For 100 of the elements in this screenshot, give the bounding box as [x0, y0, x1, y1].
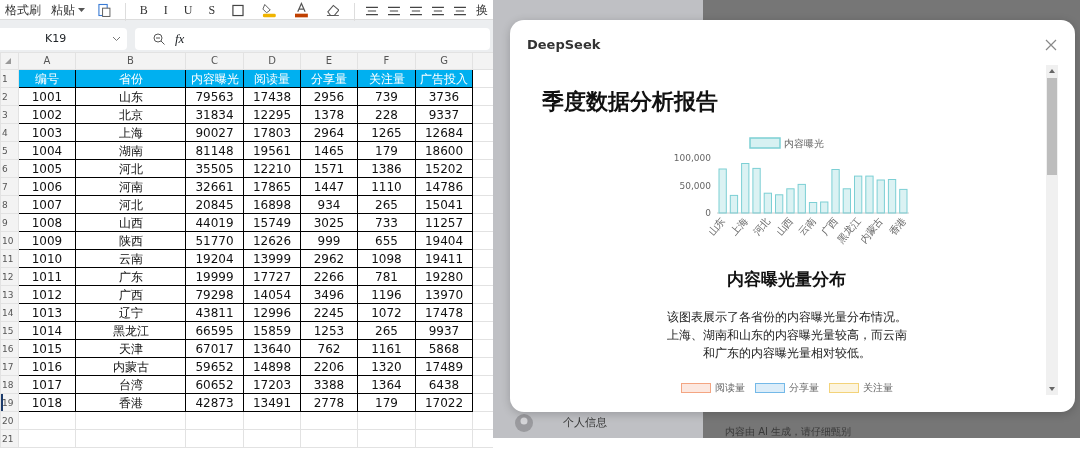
table-cell: 12210 [243, 159, 301, 178]
profile-label[interactable]: 个人信息 [563, 414, 607, 432]
align-icon[interactable] [454, 5, 466, 17]
scrollbar-track[interactable] [1046, 65, 1058, 395]
chart-legend-item[interactable]: 关注量 [828, 380, 893, 395]
table-cell: 733 [357, 213, 416, 232]
axis-category-label: 河北 [750, 215, 772, 238]
table-cell: 1011 [18, 267, 76, 286]
table-cell: 60652 [185, 375, 244, 394]
table-cell: 265 [357, 195, 416, 214]
table-cell: 1465 [300, 141, 358, 160]
select-all-icon[interactable] [5, 58, 11, 64]
border-icon[interactable] [232, 4, 245, 17]
zoom-icon[interactable] [153, 33, 165, 45]
table-cell: 3388 [300, 375, 358, 394]
table-cell: 9337 [415, 105, 473, 124]
formula-bar[interactable]: fx [135, 28, 490, 50]
table-cell: 17489 [415, 357, 473, 376]
align-icon[interactable] [410, 5, 423, 17]
table-cell: 云南 [75, 249, 186, 268]
scroll-down-icon[interactable] [1049, 387, 1055, 391]
column-header[interactable]: E [300, 52, 358, 70]
table-cell: 6438 [415, 375, 473, 394]
table-cell: 13970 [415, 285, 473, 304]
axis-category-label: 云南 [795, 215, 818, 238]
format-button[interactable]: U [175, 0, 201, 20]
column-header[interactable]: G [415, 52, 473, 70]
table-cell: 12684 [415, 123, 473, 142]
table-cell: 13491 [243, 393, 301, 412]
chevron-icon[interactable] [112, 36, 121, 42]
table-cell: 2956 [300, 87, 358, 106]
axis-tick-label: 50,000 [679, 180, 711, 191]
fill-color-icon[interactable] [262, 2, 277, 18]
table-cell: 18600 [415, 141, 473, 160]
report-title: 季度数据分析报告 [542, 88, 718, 116]
table-cell: 11257 [415, 213, 473, 232]
table-cell: 19404 [415, 231, 473, 250]
table-cell: 19411 [415, 249, 473, 268]
table-cell: 17438 [243, 87, 301, 106]
table-cell: 1098 [357, 249, 416, 268]
table-cell: 67017 [185, 339, 244, 358]
axis-tick-label: 100,000 [673, 153, 711, 163]
table-cell: 12996 [243, 303, 301, 322]
table-cell: 90027 [185, 123, 244, 142]
format-button[interactable]: S [200, 0, 224, 20]
align-icon[interactable] [388, 5, 401, 17]
dialog-title: DeepSeek [527, 36, 601, 55]
axis-category-label: 上海 [727, 215, 750, 238]
table-cell: 655 [357, 231, 416, 250]
table-cell: 228 [357, 105, 416, 124]
caret-icon [78, 7, 85, 13]
function-label[interactable]: fx [175, 29, 185, 49]
axis-tick-label: 0 [704, 208, 711, 218]
scrollbar-thumb[interactable] [1047, 78, 1057, 175]
clipboard-icon[interactable] [98, 2, 111, 18]
format-button[interactable]: I [155, 0, 176, 20]
font-color-icon[interactable] [294, 2, 308, 18]
toolbar-button[interactable]: 格式刷 [0, 0, 46, 20]
chart-legend-item[interactable]: 阅读量 [680, 380, 745, 395]
table-cell: 2206 [300, 357, 358, 376]
table-cell: 16898 [243, 195, 301, 214]
table-cell: 内蒙古 [75, 357, 186, 376]
table-cell: 999 [300, 231, 358, 250]
align-icon[interactable] [366, 5, 379, 17]
toolbar-dropdown[interactable]: 粘贴 [46, 0, 90, 20]
table-cell: 北京 [75, 105, 186, 124]
column-header[interactable]: A [18, 52, 76, 70]
name-box[interactable]: K19 [0, 28, 127, 50]
format-button[interactable]: B [131, 0, 156, 20]
table-cell: 81148 [185, 141, 244, 160]
table-cell: 179 [357, 393, 416, 412]
table-cell: 2962 [300, 249, 358, 268]
chart-legend-item[interactable]: 分享量 [754, 380, 819, 395]
table-cell: 1009 [18, 231, 76, 250]
close-icon[interactable] [1045, 39, 1057, 51]
column-header[interactable]: B [75, 52, 186, 70]
table-cell: 19280 [415, 267, 473, 286]
chart-legend-item[interactable]: 内容曝光 [748, 137, 824, 149]
table-cell: 19204 [185, 249, 244, 268]
table-cell: 1003 [18, 123, 76, 142]
align-icon[interactable] [432, 5, 445, 17]
table-cell: 13999 [243, 249, 301, 268]
table-cell: 14054 [243, 285, 301, 304]
eraser-icon[interactable] [325, 3, 340, 17]
table-cell: 广西 [75, 285, 186, 304]
column-header[interactable]: F [357, 52, 416, 70]
table-cell: 山东 [75, 87, 186, 106]
table-cell: 1006 [18, 177, 76, 196]
scroll-up-icon[interactable] [1049, 69, 1055, 73]
table-cell: 1320 [357, 357, 416, 376]
table-cell: 2964 [300, 123, 358, 142]
column-header[interactable]: C [185, 52, 244, 70]
table-cell: 66595 [185, 321, 244, 340]
table-cell: 河北 [75, 195, 186, 214]
column-header[interactable]: D [243, 52, 301, 70]
toolbar-button[interactable]: 换 [471, 0, 493, 20]
table-cell: 17022 [415, 393, 473, 412]
table-cell: 1012 [18, 285, 76, 304]
table-cell: 1253 [300, 321, 358, 340]
table-cell: 14786 [415, 177, 473, 196]
